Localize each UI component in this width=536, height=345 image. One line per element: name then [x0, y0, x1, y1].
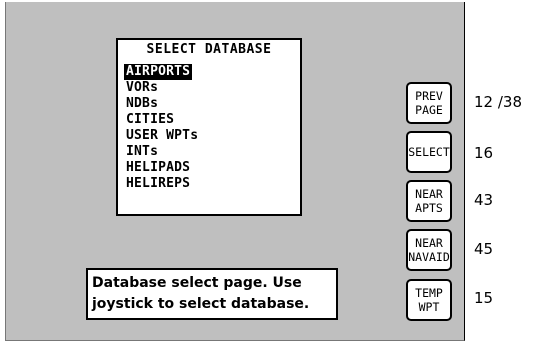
temp-wpt-label-2: WPT — [418, 300, 440, 314]
display-screen: SELECT DATABASE AIRPORTS VORs NDBs CITIE… — [5, 2, 465, 341]
database-item-user-wpts[interactable]: USER WPTs — [124, 128, 200, 144]
help-message-line-1: Database select page. Use — [92, 275, 302, 291]
database-select-panel: SELECT DATABASE AIRPORTS VORs NDBs CITIE… — [116, 38, 302, 216]
database-list: AIRPORTS VORs NDBs CITIES USER WPTs INTs… — [124, 64, 300, 192]
database-item-cities[interactable]: CITIES — [124, 112, 176, 128]
select-value: 16 — [474, 144, 494, 162]
near-navaid-label-1: NEAR — [415, 236, 443, 250]
near-navaid-button[interactable]: NEAR NAVAID — [406, 229, 452, 271]
database-item-helipads[interactable]: HELIPADS — [124, 160, 192, 176]
database-item-vors[interactable]: VORs — [124, 80, 160, 96]
near-navaid-label-2: NAVAID — [408, 250, 450, 264]
database-item-airports[interactable]: AIRPORTS — [124, 64, 193, 80]
prev-page-button[interactable]: PREV PAGE — [406, 82, 452, 124]
temp-wpt-button[interactable]: TEMP WPT — [406, 279, 452, 321]
help-message-line-2: joystick to select database. — [92, 296, 310, 312]
help-message-box: Database select page. Use joystick to se… — [86, 268, 338, 320]
near-apts-button[interactable]: NEAR APTS — [406, 180, 452, 222]
near-navaid-value: 45 — [474, 240, 494, 258]
temp-wpt-label-1: TEMP — [415, 286, 443, 300]
near-apts-value: 43 — [474, 191, 494, 209]
database-item-ints[interactable]: INTs — [124, 144, 160, 160]
prev-page-label-2: PAGE — [415, 103, 443, 117]
database-item-ndbs[interactable]: NDBs — [124, 96, 160, 112]
near-apts-label-2: APTS — [415, 201, 443, 215]
prev-page-value: 12 /38 — [474, 93, 522, 111]
temp-wpt-value: 15 — [474, 289, 494, 307]
near-apts-label-1: NEAR — [415, 187, 443, 201]
select-button[interactable]: SELECT — [406, 131, 452, 173]
database-panel-title: SELECT DATABASE — [146, 42, 272, 57]
prev-page-label-1: PREV — [415, 89, 443, 103]
select-label: SELECT — [408, 145, 450, 159]
database-item-helireps[interactable]: HELIREPS — [124, 176, 192, 192]
